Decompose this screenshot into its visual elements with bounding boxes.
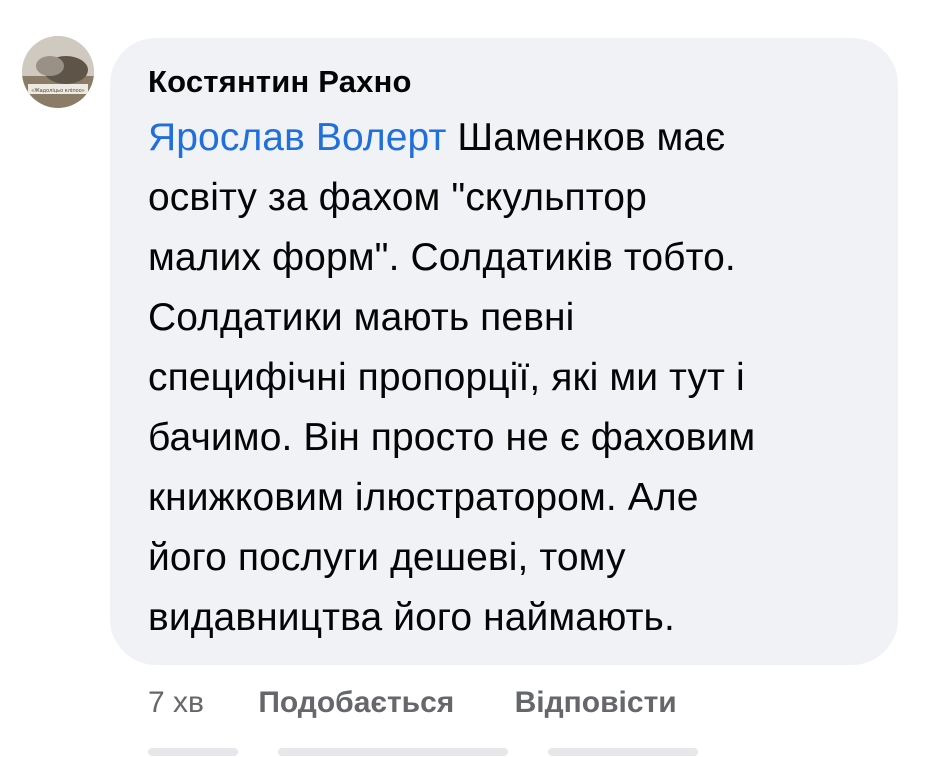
- comment-line: Шаменков має: [446, 116, 726, 159]
- comment-line: видавництва його наймають.: [148, 596, 675, 639]
- avatar[interactable]: «Жадоліцьо кліпоо»: [22, 36, 94, 108]
- profile-photo-icon: «Жадоліцьо кліпоо»: [22, 36, 94, 108]
- comment-timestamp[interactable]: 7 хв: [148, 686, 204, 720]
- mention-link[interactable]: Ярослав Волерт: [148, 116, 446, 159]
- next-comment-cutoff: [148, 742, 848, 757]
- comment-text: Ярослав Волерт Шаменков має освіту за фа…: [148, 108, 878, 648]
- cutoff-segment: [278, 748, 508, 756]
- cutoff-segment: [148, 748, 238, 756]
- comment-line: бачимо. Він просто не є фаховим: [148, 416, 756, 459]
- comment-line: специфічні пропорції, які ми тут і: [148, 356, 745, 399]
- comment: «Жадоліцьо кліпоо» Костянтин Рахно Яросл…: [0, 0, 926, 757]
- comment-line: малих форм". Солдатиків тобто.: [148, 236, 736, 279]
- comment-line: освіту за фахом "скульптор: [148, 176, 647, 219]
- cutoff-segment: [548, 748, 698, 756]
- comment-author[interactable]: Костянтин Рахно: [148, 64, 412, 100]
- comment-line: книжковим ілюстратором. Але: [148, 476, 699, 519]
- avatar-caption: «Жадоліцьо кліпоо»: [31, 88, 85, 94]
- like-button[interactable]: Подобається: [258, 686, 454, 720]
- comment-line: Солдатики мають певні: [148, 296, 575, 339]
- comment-line: його послуги дешеві, тому: [148, 536, 626, 579]
- reply-button[interactable]: Відповісти: [515, 686, 677, 720]
- comment-actions: 7 хв Подобається Відповісти: [148, 686, 729, 720]
